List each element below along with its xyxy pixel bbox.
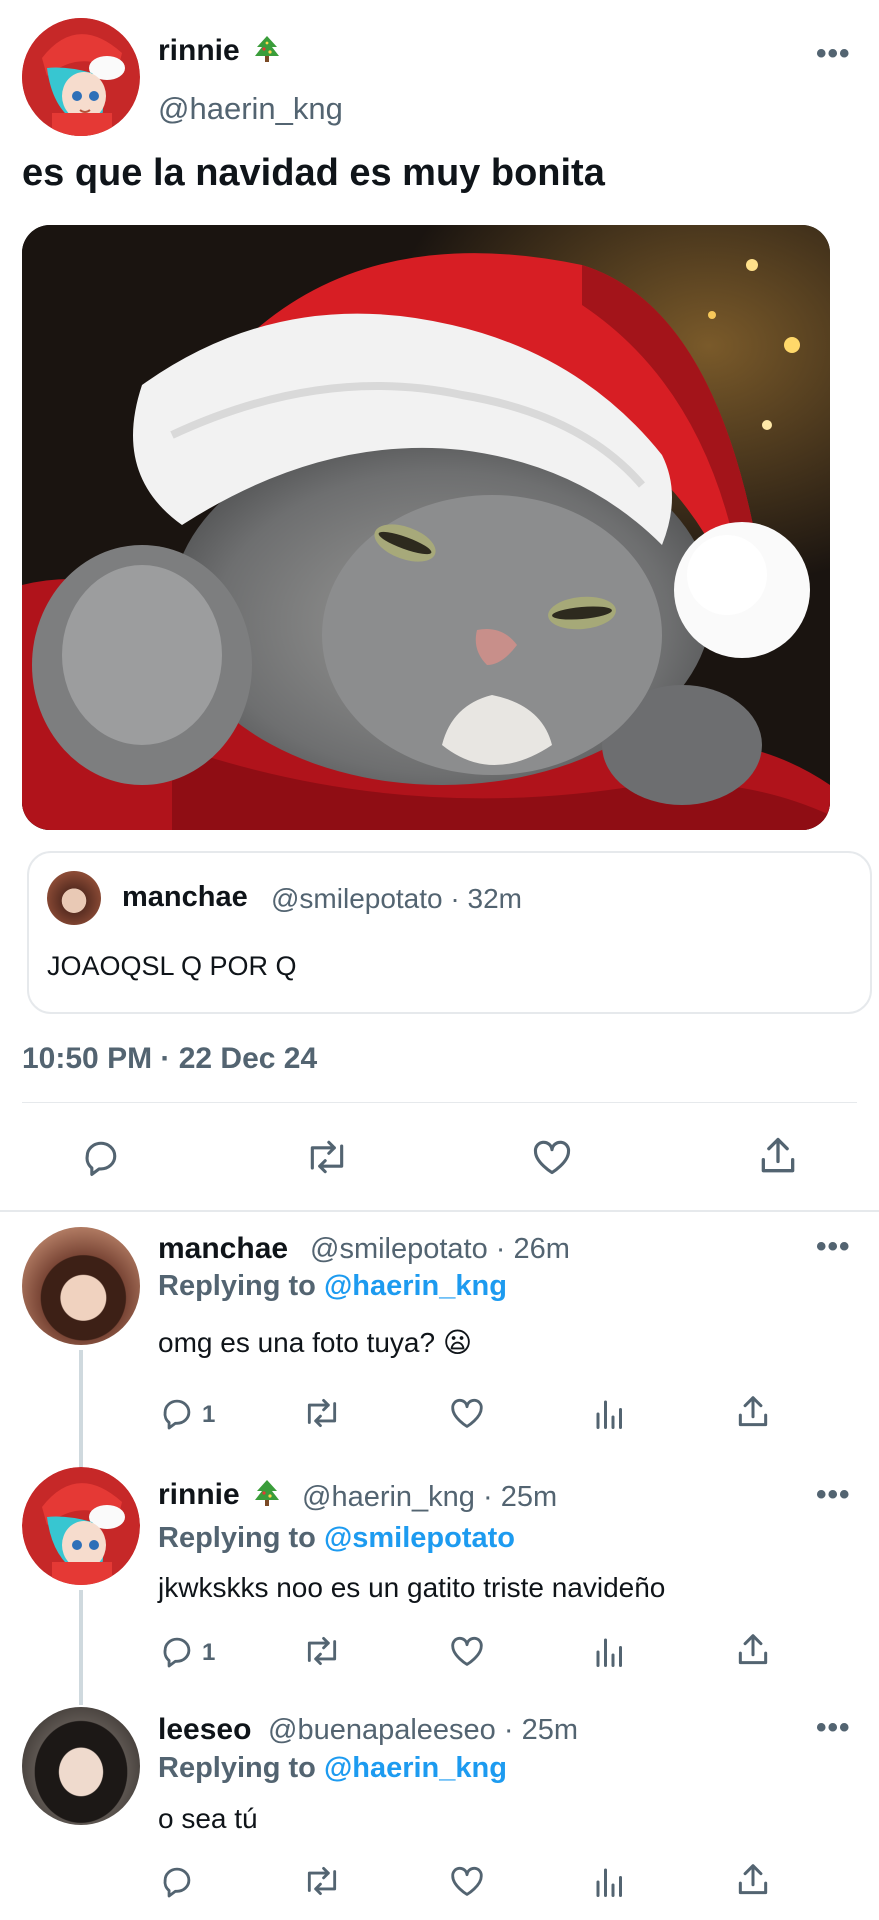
reply-avatar[interactable] bbox=[22, 1227, 140, 1345]
reply-icon[interactable] bbox=[158, 1394, 196, 1432]
reply-avatar[interactable] bbox=[22, 1707, 140, 1825]
quoted-author-name: manchae bbox=[122, 881, 248, 913]
reply-icon[interactable] bbox=[158, 1632, 196, 1670]
reply-handle-time: @haerin_kng · 25m bbox=[302, 1481, 558, 1513]
retweet-icon[interactable] bbox=[300, 1862, 344, 1900]
retweet-icon[interactable] bbox=[300, 1632, 344, 1670]
more-icon[interactable]: ••• bbox=[816, 1711, 851, 1745]
reply-author-name[interactable]: leeseo bbox=[158, 1713, 251, 1747]
quoted-tweet[interactable]: manchae @smilepotato · 32m JOAOQSL Q POR… bbox=[27, 851, 872, 1014]
share-icon[interactable] bbox=[734, 1631, 772, 1669]
reply-author-name[interactable]: rinnie bbox=[158, 1478, 280, 1512]
share-icon[interactable] bbox=[734, 1393, 772, 1431]
like-icon[interactable] bbox=[447, 1632, 487, 1670]
christmas-tree-emoji bbox=[255, 36, 280, 62]
quoted-author-avatar bbox=[47, 871, 101, 925]
replying-to-link[interactable]: @smilepotato bbox=[324, 1522, 515, 1554]
replying-to: Replying to @haerin_kng bbox=[158, 1270, 507, 1302]
reply-icon[interactable] bbox=[158, 1862, 196, 1900]
reply-text: omg es una foto tuya? 😦 bbox=[158, 1327, 473, 1358]
reply-text: o sea tú bbox=[158, 1803, 258, 1834]
main-author-handle[interactable]: @haerin_kng bbox=[158, 91, 343, 127]
retweet-icon[interactable] bbox=[302, 1135, 352, 1179]
thread-line bbox=[79, 1590, 83, 1705]
thread-line bbox=[79, 1350, 83, 1475]
tweet-image[interactable] bbox=[22, 225, 830, 830]
reply-count: 1 bbox=[202, 1401, 216, 1428]
share-icon[interactable] bbox=[756, 1133, 800, 1179]
replying-to-link[interactable]: @haerin_kng bbox=[324, 1270, 507, 1302]
christmas-tree-emoji bbox=[255, 1480, 280, 1506]
like-icon[interactable] bbox=[447, 1394, 487, 1432]
reply-author-name[interactable]: manchae bbox=[158, 1232, 288, 1266]
tweet-text: es que la navidad es muy bonita bbox=[22, 152, 605, 194]
like-icon[interactable] bbox=[447, 1862, 487, 1900]
quoted-text: JOAOQSL Q POR Q bbox=[47, 951, 297, 981]
retweet-icon[interactable] bbox=[300, 1394, 344, 1432]
more-icon[interactable]: ••• bbox=[816, 1230, 851, 1264]
divider bbox=[22, 1102, 857, 1103]
reply-handle-time: @buenapaleeseo · 25m bbox=[268, 1714, 578, 1746]
like-icon[interactable] bbox=[529, 1135, 575, 1179]
reply-icon[interactable] bbox=[79, 1135, 123, 1179]
reply-handle-time: @smilepotato · 26m bbox=[310, 1233, 570, 1265]
replying-to: Replying to @smilepotato bbox=[158, 1522, 515, 1554]
reply-count: 1 bbox=[202, 1639, 216, 1666]
views-icon[interactable] bbox=[592, 1864, 628, 1900]
reply-avatar[interactable] bbox=[22, 1467, 140, 1585]
more-icon[interactable]: ••• bbox=[816, 37, 851, 71]
views-icon[interactable] bbox=[592, 1634, 628, 1670]
main-author-avatar[interactable] bbox=[22, 18, 140, 136]
tweet-timestamp[interactable]: 10:50 PM · 22 Dec 24 bbox=[22, 1042, 317, 1076]
views-icon[interactable] bbox=[592, 1396, 628, 1432]
replying-to-link[interactable]: @haerin_kng bbox=[324, 1752, 507, 1784]
more-icon[interactable]: ••• bbox=[816, 1478, 851, 1512]
replying-to: Replying to @haerin_kng bbox=[158, 1752, 507, 1784]
divider bbox=[0, 1210, 879, 1212]
share-icon[interactable] bbox=[734, 1861, 772, 1899]
quoted-handle-time: @smilepotato · 32m bbox=[271, 883, 522, 914]
reply-text: jkwkskks noo es un gatito triste navideñ… bbox=[158, 1572, 666, 1603]
main-author-name[interactable]: rinnie bbox=[158, 34, 280, 68]
